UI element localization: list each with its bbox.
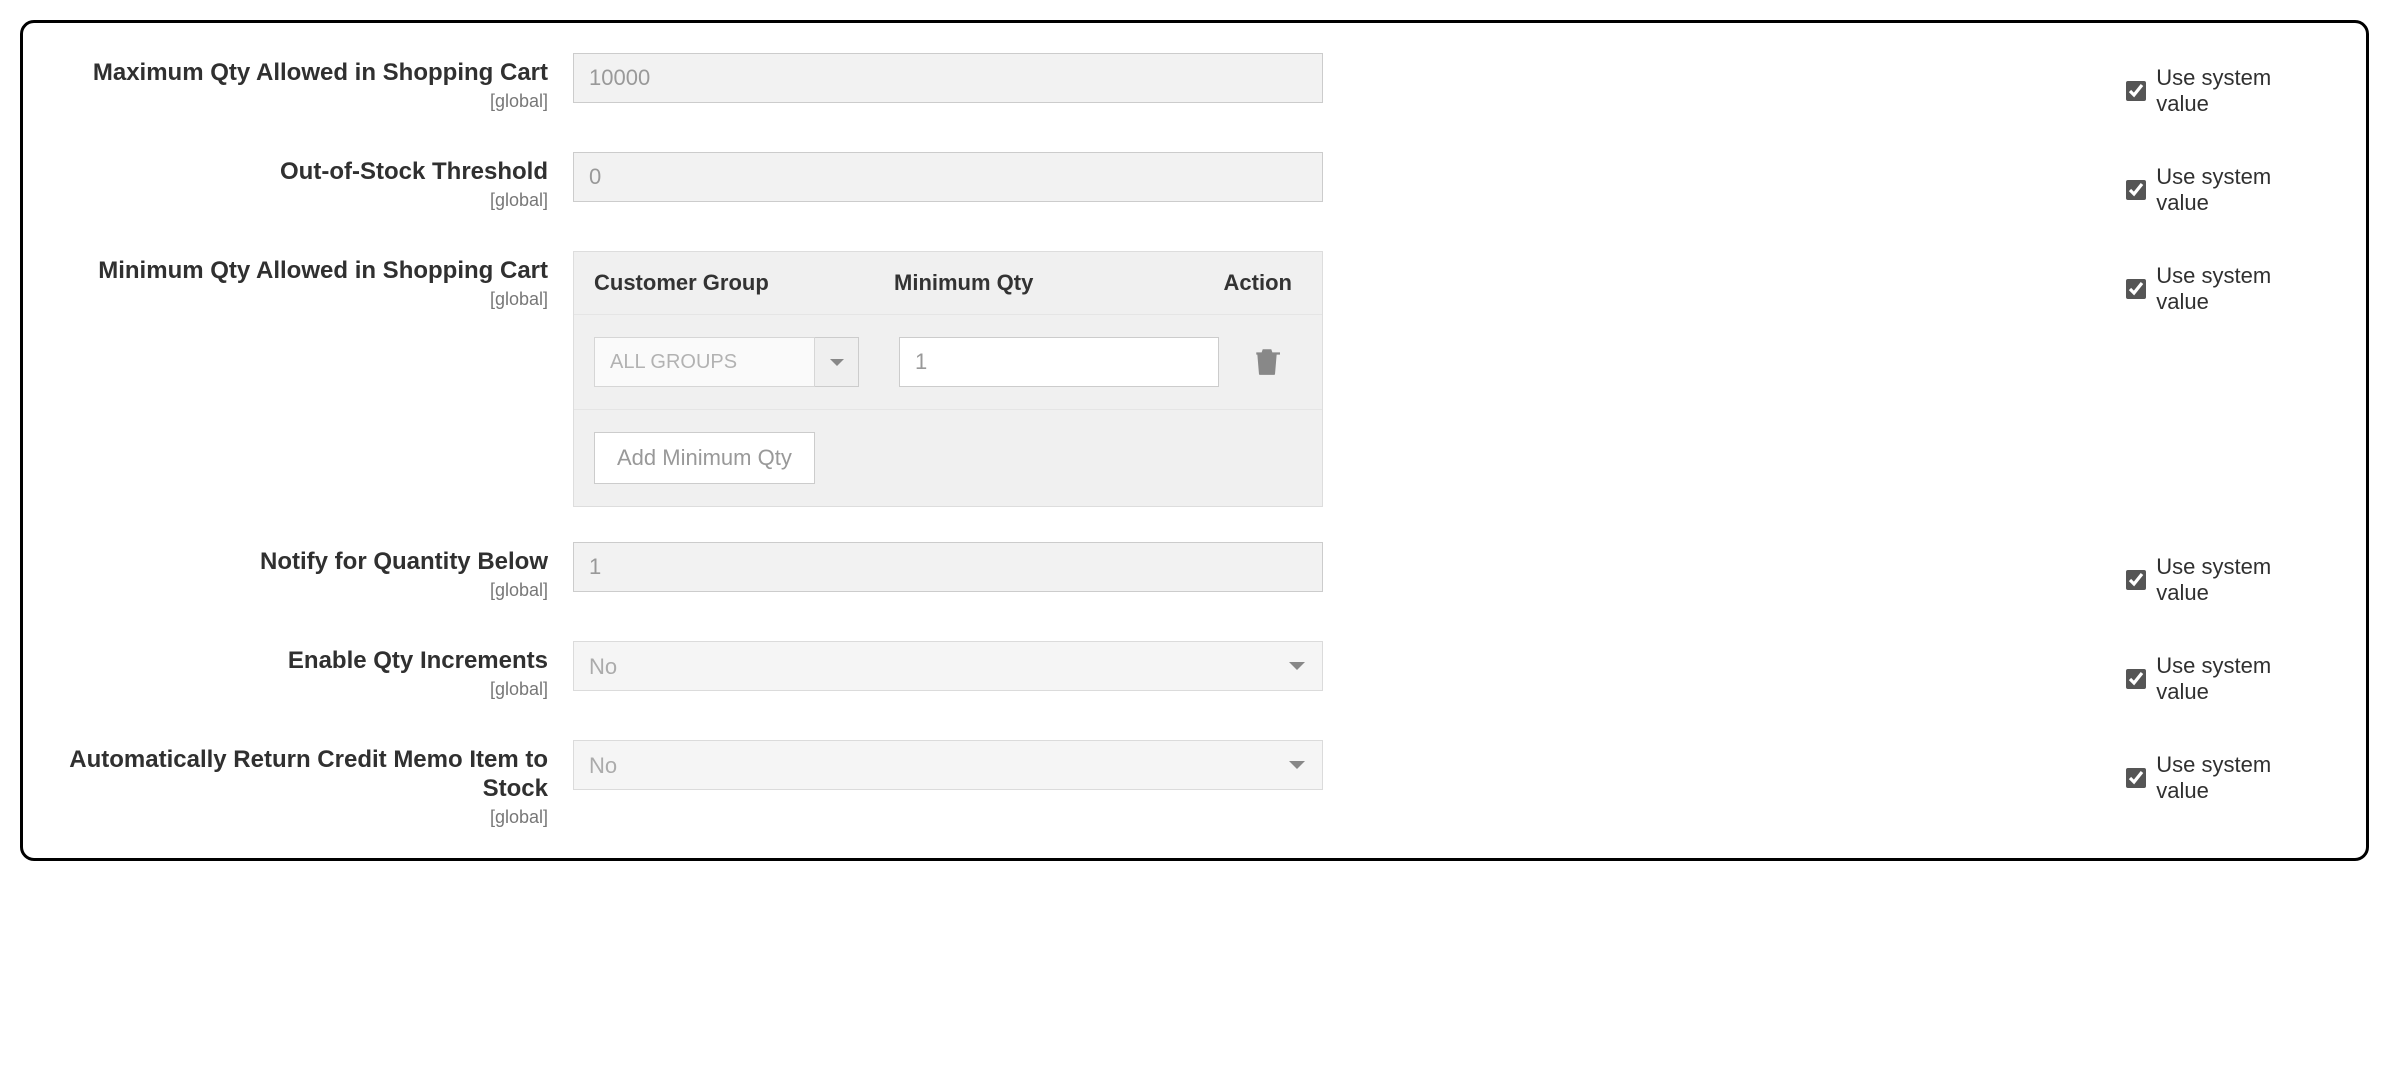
qty-increments-select[interactable]: No xyxy=(573,641,1323,691)
min-qty-label: Minimum Qty Allowed in Shopping Cart xyxy=(98,257,548,284)
min-qty-table-footer: Add Minimum Qty xyxy=(574,410,1322,506)
notify-below-system-checkbox[interactable] xyxy=(2126,569,2146,591)
qty-increments-system-label: Use system value xyxy=(2156,653,2316,705)
customer-group-select[interactable]: ALL GROUPS xyxy=(594,337,815,387)
scope-text: [global] xyxy=(53,190,548,211)
min-qty-table: Customer Group Minimum Qty Action ALL GR… xyxy=(573,251,1323,507)
min-qty-table-header: Customer Group Minimum Qty Action xyxy=(574,252,1322,315)
table-row: ALL GROUPS xyxy=(574,315,1322,410)
min-qty-header-action: Action xyxy=(1194,270,1302,296)
field-notify-below: Notify for Quantity Below [global] Use s… xyxy=(53,542,2316,606)
out-of-stock-input[interactable] xyxy=(573,152,1323,202)
scope-text: [global] xyxy=(53,580,548,601)
min-qty-header-min: Minimum Qty xyxy=(894,270,1194,296)
scope-text: [global] xyxy=(53,91,548,112)
scope-text: [global] xyxy=(53,679,548,700)
config-panel: Maximum Qty Allowed in Shopping Cart [gl… xyxy=(20,20,2369,861)
auto-return-select[interactable]: No xyxy=(573,740,1323,790)
auto-return-select-wrap: No xyxy=(573,740,1323,790)
min-qty-system-checkbox[interactable] xyxy=(2126,278,2146,300)
trash-icon xyxy=(1254,364,1280,379)
notify-below-system-label: Use system value xyxy=(2156,554,2316,606)
max-qty-label: Maximum Qty Allowed in Shopping Cart xyxy=(93,59,548,86)
out-of-stock-system-checkbox[interactable] xyxy=(2126,179,2146,201)
delete-row-button[interactable] xyxy=(1249,341,1285,384)
max-qty-system-checkbox[interactable] xyxy=(2126,80,2146,102)
scope-text: [global] xyxy=(53,807,548,828)
add-min-qty-button[interactable]: Add Minimum Qty xyxy=(594,432,815,484)
customer-group-select-wrap: ALL GROUPS xyxy=(594,337,859,387)
field-auto-return: Automatically Return Credit Memo Item to… xyxy=(53,740,2316,828)
chevron-down-icon xyxy=(815,337,859,387)
auto-return-label: Automatically Return Credit Memo Item to… xyxy=(69,746,548,802)
max-qty-input[interactable] xyxy=(573,53,1323,103)
out-of-stock-label: Out-of-Stock Threshold xyxy=(280,158,548,185)
field-min-qty: Minimum Qty Allowed in Shopping Cart [gl… xyxy=(53,251,2316,507)
field-qty-increments: Enable Qty Increments [global] No Use sy… xyxy=(53,641,2316,705)
min-qty-header-group: Customer Group xyxy=(594,270,894,296)
out-of-stock-system-label: Use system value xyxy=(2156,164,2316,216)
max-qty-system-label: Use system value xyxy=(2156,65,2316,117)
scope-text: [global] xyxy=(53,289,548,310)
auto-return-system-checkbox[interactable] xyxy=(2126,767,2146,789)
field-out-of-stock: Out-of-Stock Threshold [global] Use syst… xyxy=(53,152,2316,216)
min-qty-system-label: Use system value xyxy=(2156,263,2316,315)
qty-increments-system-checkbox[interactable] xyxy=(2126,668,2146,690)
field-max-qty: Maximum Qty Allowed in Shopping Cart [gl… xyxy=(53,53,2316,117)
notify-below-label: Notify for Quantity Below xyxy=(260,548,548,575)
notify-below-input[interactable] xyxy=(573,542,1323,592)
qty-increments-label: Enable Qty Increments xyxy=(288,647,548,674)
qty-increments-select-wrap: No xyxy=(573,641,1323,691)
auto-return-system-label: Use system value xyxy=(2156,752,2316,804)
min-qty-value-input[interactable] xyxy=(899,337,1219,387)
